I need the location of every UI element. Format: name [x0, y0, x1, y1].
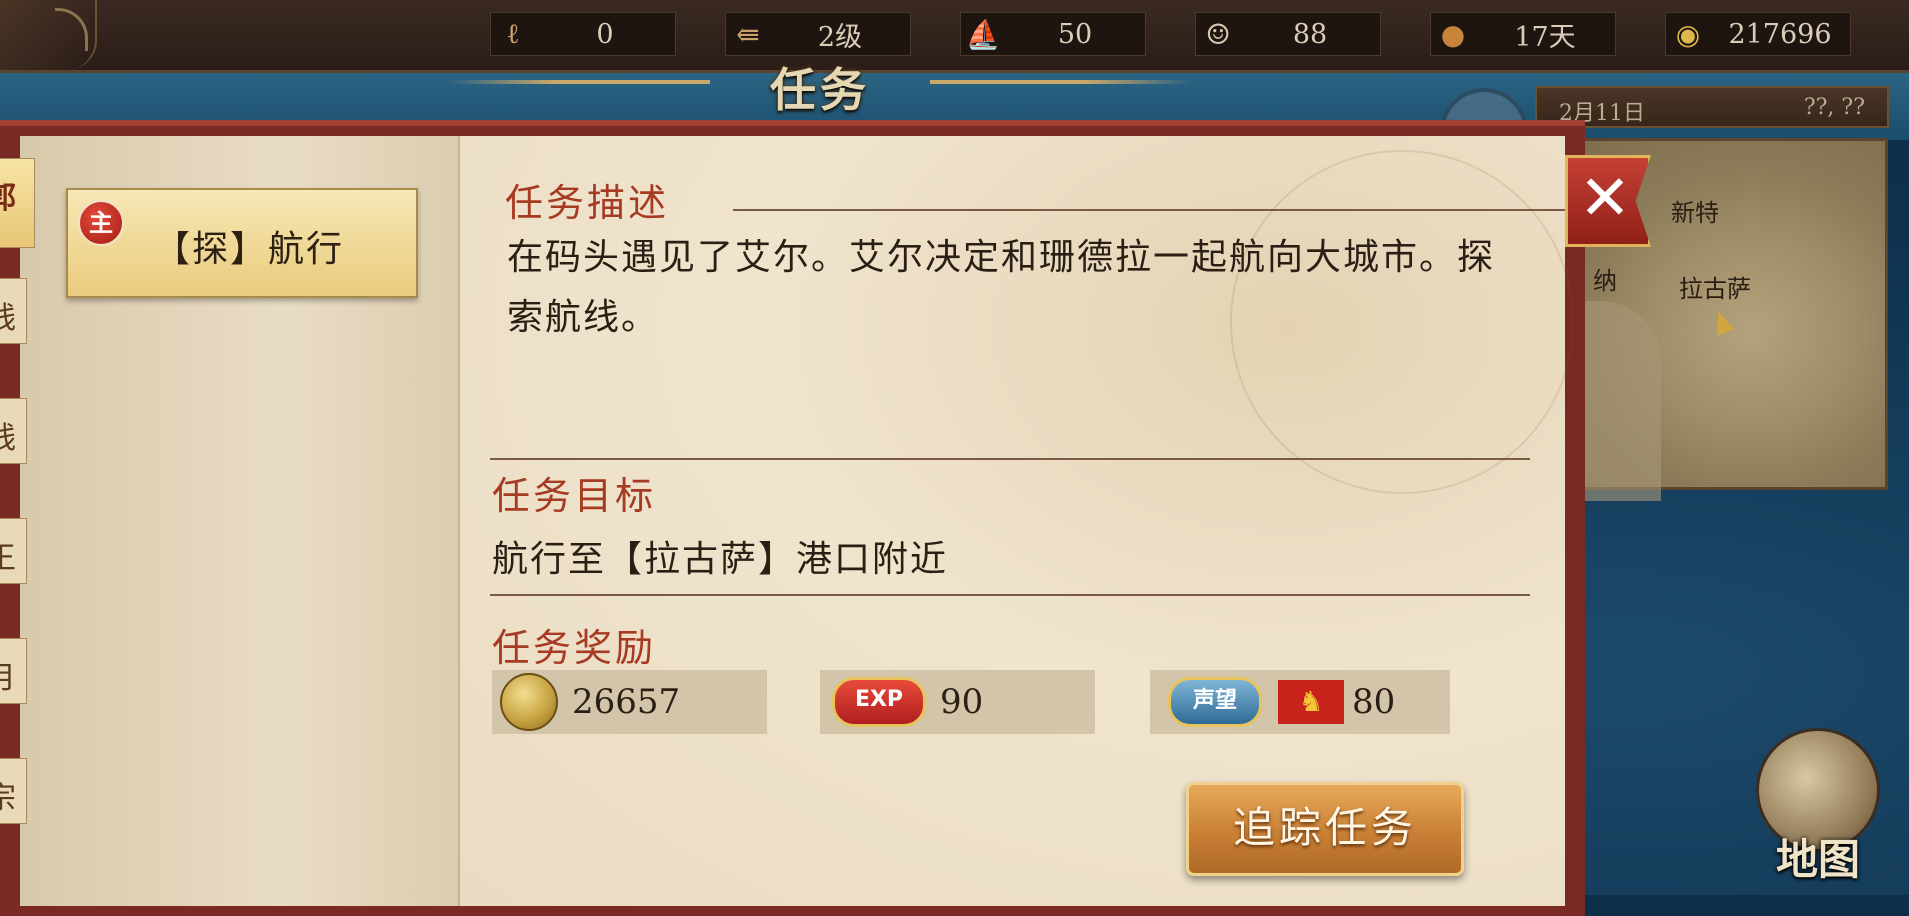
minimap-city: 纳 — [1593, 267, 1617, 295]
time-label: ??, ?? — [1803, 95, 1865, 120]
resource-strength: ℓ 0 — [490, 12, 676, 56]
player-ship-icon — [1709, 308, 1735, 336]
close-icon: ✕ — [1579, 161, 1631, 234]
reward-reputation-value: 80 — [1352, 682, 1396, 722]
quest-description: 在码头遇见了艾尔。艾尔决定和珊德拉一起航向大城市。探索航线。 — [507, 237, 1496, 338]
description-heading: 任务描述 — [505, 181, 670, 225]
objective-heading: 任务目标 — [492, 474, 657, 518]
date-bar: 2月11日 ??, ?? — [1535, 86, 1889, 128]
tab-category[interactable]: 线 — [0, 398, 27, 464]
divider — [733, 209, 1573, 211]
tab-category[interactable]: 线 — [0, 278, 27, 344]
quest-objective: 航行至【拉古萨】港口附近 — [492, 539, 949, 580]
reward-exp-value: 90 — [940, 682, 984, 722]
resource-sailors: ☺ 88 — [1195, 12, 1381, 56]
resource-value: 0 — [596, 18, 614, 50]
resource-rank: ⇚ 2级 — [725, 12, 911, 56]
strength-arm-icon: ℓ — [506, 17, 520, 50]
resource-value: 17天 — [1514, 21, 1576, 53]
gold-coin-icon: ◉ — [1675, 17, 1701, 51]
tab-category[interactable]: 王 — [0, 518, 27, 584]
bread-icon: ● — [1440, 17, 1466, 51]
minimap-city: 新特 — [1671, 199, 1719, 227]
resource-gold: ◉ 217696 — [1665, 12, 1851, 56]
page-title: 任务 — [770, 63, 870, 117]
close-button[interactable]: ✕ — [1565, 155, 1665, 247]
map-button-label: 地图 — [1776, 835, 1861, 884]
reward-gold-value: 26657 — [572, 682, 681, 722]
minimap-city: 拉古萨 — [1679, 275, 1751, 303]
rank-arrow-icon: ⇚ — [736, 17, 760, 51]
reward-exp: EXP 90 — [820, 670, 1095, 734]
tab-main[interactable]: 郭 — [0, 158, 35, 248]
category-tabs: 郭 线 线 王 月 宗 — [0, 158, 35, 898]
track-quest-button[interactable]: 追踪任务 — [1186, 782, 1464, 876]
exp-icon: EXP — [832, 677, 926, 727]
reward-heading: 任务奖励 — [492, 626, 657, 670]
resource-value: 88 — [1292, 18, 1328, 50]
tab-category[interactable]: 月 — [0, 638, 27, 704]
tab-category[interactable]: 宗 — [0, 758, 27, 824]
resource-value: 50 — [1057, 18, 1093, 50]
ship-icon: ⛵ — [965, 17, 1001, 51]
reputation-icon: 声望 — [1168, 677, 1262, 727]
main-quest-badge: 主 — [78, 200, 124, 246]
divider — [490, 458, 1530, 460]
gold-coin-icon — [500, 673, 558, 731]
divider — [490, 594, 1530, 596]
resource-value: 217696 — [1728, 18, 1832, 50]
map-button[interactable]: 地图 — [1756, 728, 1880, 888]
resource-ships: ⛵ 50 — [960, 12, 1146, 56]
resource-food: ● 17天 — [1430, 12, 1616, 56]
menu-ornament[interactable] — [0, 0, 97, 70]
quest-list-item[interactable]: 主 【探】航行 — [66, 188, 418, 298]
window-title: 任务 — [450, 62, 1190, 117]
sailor-icon: ☺ — [1205, 17, 1231, 51]
lion-flag-icon: ♞ — [1278, 680, 1344, 724]
reward-gold: 26657 — [492, 670, 767, 734]
reward-reputation: 声望 ♞ 80 — [1150, 670, 1450, 734]
resource-value: 2级 — [817, 21, 863, 53]
quest-name: 【探】航行 — [154, 229, 345, 270]
